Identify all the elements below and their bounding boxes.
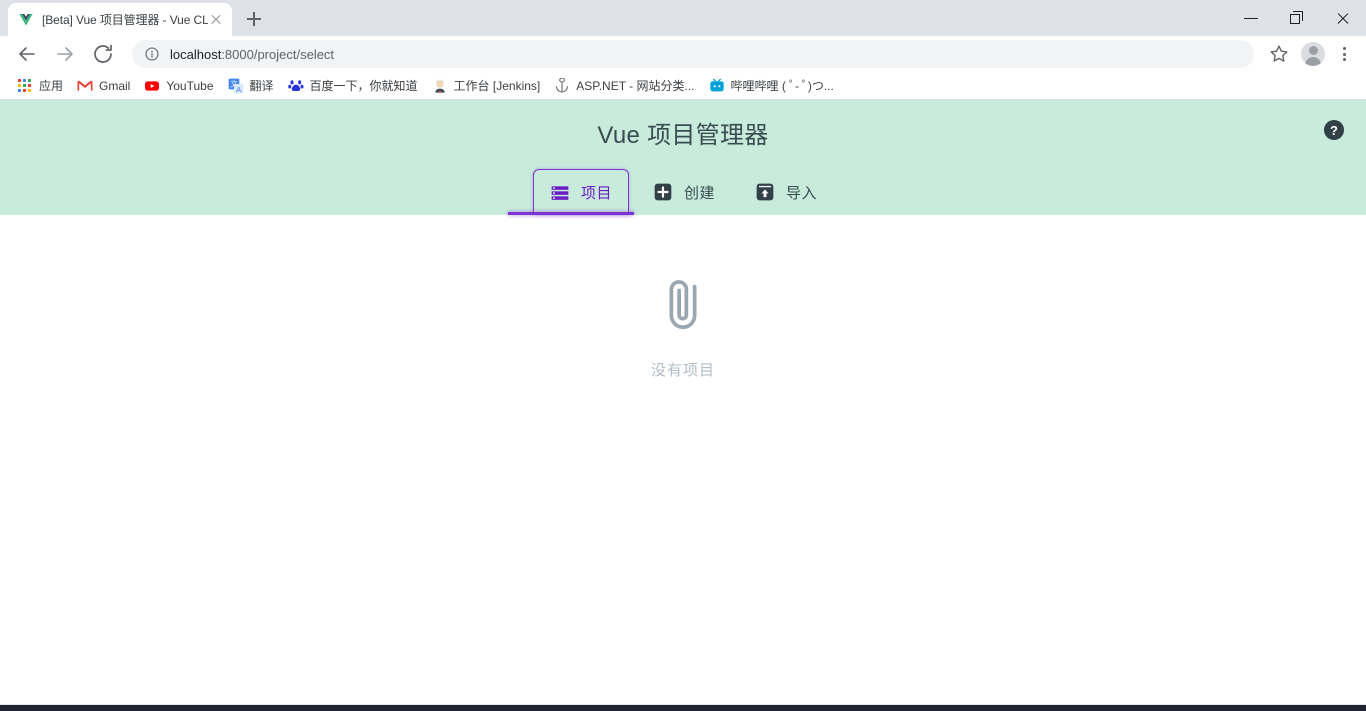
import-icon (756, 183, 774, 201)
three-dot-menu-icon[interactable] (1330, 40, 1358, 68)
page-viewport: Vue 项目管理器 ? 项目 创建 导入 没有项目 (0, 100, 1366, 711)
baidu-icon (287, 78, 304, 94)
url-path: :8000/project/select (221, 46, 335, 62)
gmail-icon (77, 78, 93, 94)
active-tab-underline (508, 212, 634, 215)
browser-window: [Beta] Vue 项目管理器 - Vue CLI localhost:800… (0, 0, 1366, 711)
tab-label: 导入 (786, 184, 818, 202)
apps-grid-icon (17, 78, 33, 94)
bookmark-label: 哔哩哔哩 ( ﾟ- ﾟ)つ... (730, 79, 834, 93)
arrow-forward-icon[interactable] (51, 40, 79, 68)
star-icon[interactable] (1265, 40, 1293, 68)
google-translate-icon: 文A (228, 78, 244, 94)
svg-text:A: A (236, 85, 241, 94)
close-icon[interactable] (208, 12, 224, 28)
bookmark-jenkins[interactable]: 工作台 [Jenkins] (425, 75, 548, 97)
minimize-icon[interactable] (1228, 0, 1274, 36)
bookmark-bilibili[interactable]: 哔哩哔哩 ( ﾟ- ﾟ)つ... (702, 75, 841, 97)
bookmark-label: 工作台 [Jenkins] (453, 79, 541, 93)
tab-label: 创建 (683, 184, 715, 202)
browser-tab[interactable]: [Beta] Vue 项目管理器 - Vue CLI (8, 3, 232, 36)
bookmark-label: YouTube (166, 78, 214, 93)
profile-avatar-icon[interactable] (1299, 40, 1327, 68)
project-list-empty-state: 没有项目 (0, 215, 1366, 380)
browser-toolbar: localhost:8000/project/select (0, 36, 1366, 72)
bookmark-youtube[interactable]: YouTube (137, 75, 220, 97)
tab-import[interactable]: 导入 (739, 169, 833, 215)
bookmark-label: ASP.NET - 网站分类... (576, 79, 695, 93)
bookmark-translate[interactable]: 文A 翻译 (221, 75, 281, 97)
bookmark-label: 百度一下，你就知道 (309, 79, 418, 93)
bookmark-label: 应用 (39, 79, 64, 93)
url-text: localhost:8000/project/select (170, 47, 334, 62)
bookmark-label: Gmail (99, 78, 131, 93)
bookmark-label: 翻译 (249, 79, 274, 93)
window-controls (1228, 0, 1366, 36)
anchor-icon (554, 76, 570, 94)
close-icon[interactable] (1320, 0, 1366, 36)
reload-icon[interactable] (89, 40, 117, 68)
paperclip-icon (669, 280, 697, 329)
tab-projects[interactable]: 项目 (532, 169, 629, 215)
tab-strip: [Beta] Vue 项目管理器 - Vue CLI (0, 0, 1366, 36)
taskbar (0, 705, 1366, 711)
tab-create[interactable]: 创建 (637, 169, 731, 215)
bilibili-icon (709, 78, 725, 94)
page-title: Vue 项目管理器 (597, 122, 769, 149)
arrow-back-icon[interactable] (13, 40, 41, 68)
bookmark-baidu[interactable]: 百度一下，你就知道 (281, 75, 425, 97)
tab-title: [Beta] Vue 项目管理器 - Vue CLI (42, 13, 208, 27)
bookmark-apps[interactable]: 应用 (10, 75, 70, 97)
info-circle-icon[interactable] (144, 46, 160, 62)
restore-icon[interactable] (1274, 0, 1320, 36)
empty-state-text: 没有项目 (650, 362, 715, 379)
app-header: Vue 项目管理器 ? 项目 创建 导入 (0, 100, 1366, 215)
new-tab-button[interactable] (240, 5, 268, 33)
bookmark-aspnet[interactable]: ASP.NET - 网站分类... (547, 75, 701, 97)
bookmark-gmail[interactable]: Gmail (70, 75, 137, 97)
list-icon (551, 185, 569, 200)
bookmarks-bar: 应用 Gmail YouTube 文A 翻译 百度一下，你就知道 工作台 [Je… (0, 72, 1366, 100)
avatar (1301, 42, 1325, 66)
jenkins-icon (432, 78, 448, 94)
plus-square-icon (654, 183, 672, 201)
address-bar[interactable]: localhost:8000/project/select (132, 40, 1254, 68)
url-host: localhost (170, 46, 222, 62)
help-icon[interactable]: ? (1324, 120, 1344, 140)
tab-label: 项目 (580, 185, 612, 202)
vue-logo-icon (19, 13, 33, 26)
youtube-icon (144, 78, 160, 94)
app-tabs: 项目 创建 导入 (0, 163, 1366, 215)
